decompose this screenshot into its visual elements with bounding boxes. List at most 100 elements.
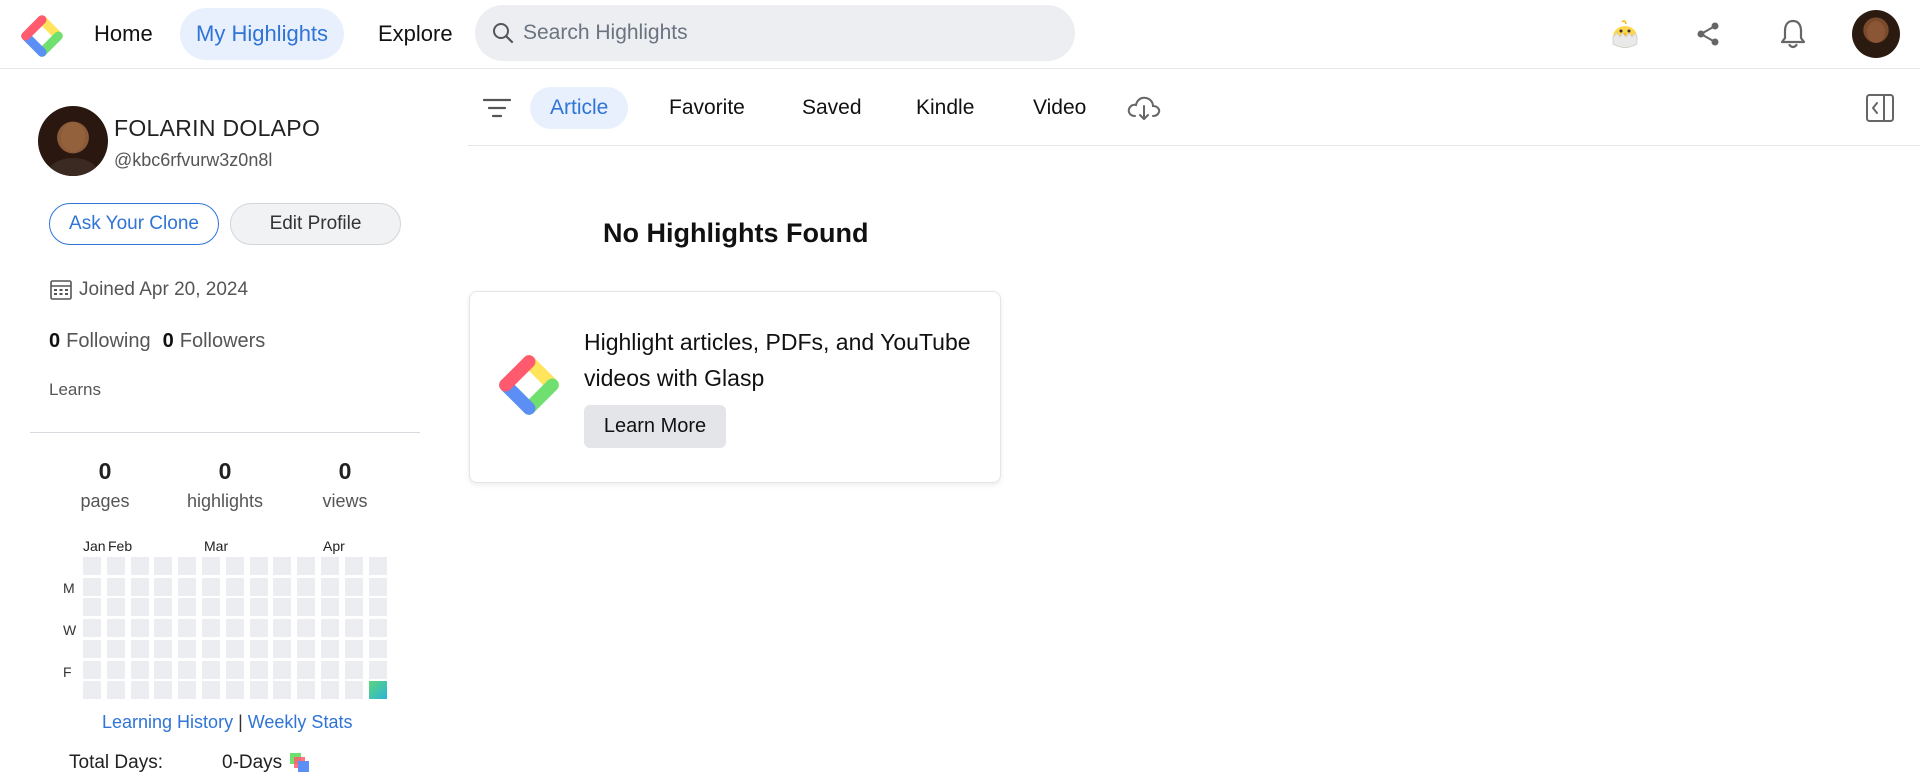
heatmap-cell bbox=[154, 639, 173, 658]
heatmap-cell bbox=[130, 577, 149, 596]
heatmap-cell bbox=[83, 619, 101, 638]
stat-pages-label: pages bbox=[80, 491, 130, 511]
heatmap-cell bbox=[130, 681, 149, 700]
heatmap-cell bbox=[273, 577, 292, 596]
heatmap-cell bbox=[273, 639, 292, 658]
learn-more-button[interactable]: Learn More bbox=[584, 405, 726, 448]
heatmap-cell bbox=[368, 681, 387, 700]
heatmap-cell bbox=[344, 660, 363, 679]
top-bar: Home My Highlights Explore bbox=[0, 0, 1920, 69]
heatmap-cell bbox=[249, 598, 268, 617]
heatmap-cell bbox=[249, 639, 268, 658]
ask-your-clone-button[interactable]: Ask Your Clone bbox=[49, 203, 219, 245]
heatmap-cell bbox=[178, 660, 197, 679]
heatmap-cell bbox=[154, 577, 173, 596]
heatmap-month: Apr bbox=[323, 538, 345, 554]
chick-icon[interactable] bbox=[1605, 14, 1645, 54]
heatmap-cell bbox=[130, 660, 149, 679]
stat-pages-value: 0 bbox=[98, 458, 112, 484]
edit-profile-button[interactable]: Edit Profile bbox=[230, 203, 401, 245]
stat-highlights-label: highlights bbox=[186, 491, 264, 511]
stat-views: 0 views bbox=[295, 458, 395, 512]
collapse-panel-icon[interactable] bbox=[1864, 92, 1896, 124]
heatmap-cell bbox=[368, 598, 387, 617]
heatmap-cell bbox=[83, 598, 101, 617]
heatmap-cell bbox=[225, 619, 244, 638]
tab-favorite[interactable]: Favorite bbox=[649, 87, 765, 129]
nav-explore[interactable]: Explore bbox=[366, 8, 465, 60]
streak-blocks-icon bbox=[290, 753, 310, 773]
heatmap-cell bbox=[178, 681, 197, 700]
bell-icon[interactable] bbox=[1773, 14, 1813, 54]
filter-icon[interactable] bbox=[482, 96, 512, 120]
heatmap-cell bbox=[225, 577, 244, 596]
heatmap-month: Feb bbox=[108, 538, 133, 554]
heatmap-cell bbox=[178, 557, 197, 575]
heatmap-cell bbox=[130, 639, 149, 658]
heatmap-cell bbox=[297, 681, 316, 700]
glasp-logo-icon bbox=[499, 355, 559, 415]
heatmap-cell bbox=[321, 577, 339, 596]
following-link[interactable]: 0 Following bbox=[49, 330, 151, 353]
followers-link[interactable]: 0 Followers bbox=[163, 330, 266, 353]
heatmap-cell bbox=[368, 557, 387, 575]
heatmap-cell bbox=[368, 660, 387, 679]
tab-video[interactable]: Video bbox=[1013, 87, 1106, 129]
heatmap-cell bbox=[273, 660, 292, 679]
heatmap-cell bbox=[225, 639, 244, 658]
heatmap-cell bbox=[297, 577, 316, 596]
heatmap-cell bbox=[321, 681, 339, 700]
stat-views-value: 0 bbox=[338, 458, 352, 484]
user-avatar[interactable] bbox=[1852, 10, 1900, 58]
heatmap-cell bbox=[83, 681, 101, 700]
heatmap-cell bbox=[178, 598, 197, 617]
nav-my-highlights[interactable]: My Highlights bbox=[180, 8, 345, 60]
heatmap-cell bbox=[249, 681, 268, 700]
history-links: Learning History | Weekly Stats bbox=[102, 712, 352, 733]
nav-home[interactable]: Home bbox=[82, 8, 165, 60]
heatmap-cell bbox=[154, 681, 173, 700]
weekly-stats-link[interactable]: Weekly Stats bbox=[248, 712, 353, 732]
joined-text: Joined Apr 20, 2024 bbox=[79, 279, 249, 300]
heatmap-cell bbox=[130, 619, 149, 638]
tab-kindle[interactable]: Kindle bbox=[896, 87, 994, 129]
search-input[interactable] bbox=[523, 5, 1063, 61]
followers-label: Followers bbox=[179, 330, 266, 352]
calendar-icon bbox=[50, 280, 72, 300]
heatmap-cell bbox=[297, 619, 316, 638]
learning-history-link[interactable]: Learning History bbox=[102, 712, 233, 732]
tab-saved[interactable]: Saved bbox=[782, 87, 882, 129]
heatmap-cell bbox=[225, 681, 244, 700]
heatmap-cell bbox=[225, 660, 244, 679]
total-days-value: 0-Days bbox=[222, 752, 283, 773]
tab-article[interactable]: Article bbox=[530, 87, 629, 129]
heatmap-cell bbox=[344, 577, 363, 596]
heatmap-cell bbox=[83, 660, 101, 679]
profile-handle: @kbc6rfvurw3z0n8l bbox=[114, 150, 273, 170]
heatmap-cell bbox=[273, 619, 292, 638]
following-count: 0 bbox=[49, 330, 61, 352]
followers-count: 0 bbox=[162, 330, 174, 352]
heatmap-cell bbox=[202, 557, 220, 575]
profile-avatar bbox=[38, 106, 108, 176]
heatmap-day: M bbox=[63, 580, 75, 596]
history-separator: | bbox=[238, 712, 243, 732]
heatmap-cell bbox=[106, 619, 125, 638]
heatmap-cell bbox=[344, 557, 363, 575]
total-days-label: Total Days: bbox=[69, 752, 163, 773]
heatmap-cell bbox=[344, 681, 363, 700]
heatmap-cell bbox=[202, 639, 220, 658]
heatmap-cell bbox=[273, 681, 292, 700]
heatmap-cell bbox=[106, 557, 125, 575]
cloud-download-icon[interactable] bbox=[1126, 92, 1162, 124]
heatmap-cell bbox=[106, 577, 125, 596]
heatmap-cell bbox=[368, 639, 387, 658]
share-icon[interactable] bbox=[1688, 14, 1728, 54]
heatmap-cell bbox=[154, 598, 173, 617]
heatmap-cell bbox=[297, 598, 316, 617]
glasp-logo-icon[interactable] bbox=[16, 10, 68, 62]
heatmap-cell bbox=[321, 639, 339, 658]
heatmap-day: F bbox=[63, 664, 72, 680]
heatmap-cell bbox=[344, 598, 363, 617]
promo-card: Highlight articles, PDFs, and YouTube vi… bbox=[469, 291, 1001, 483]
